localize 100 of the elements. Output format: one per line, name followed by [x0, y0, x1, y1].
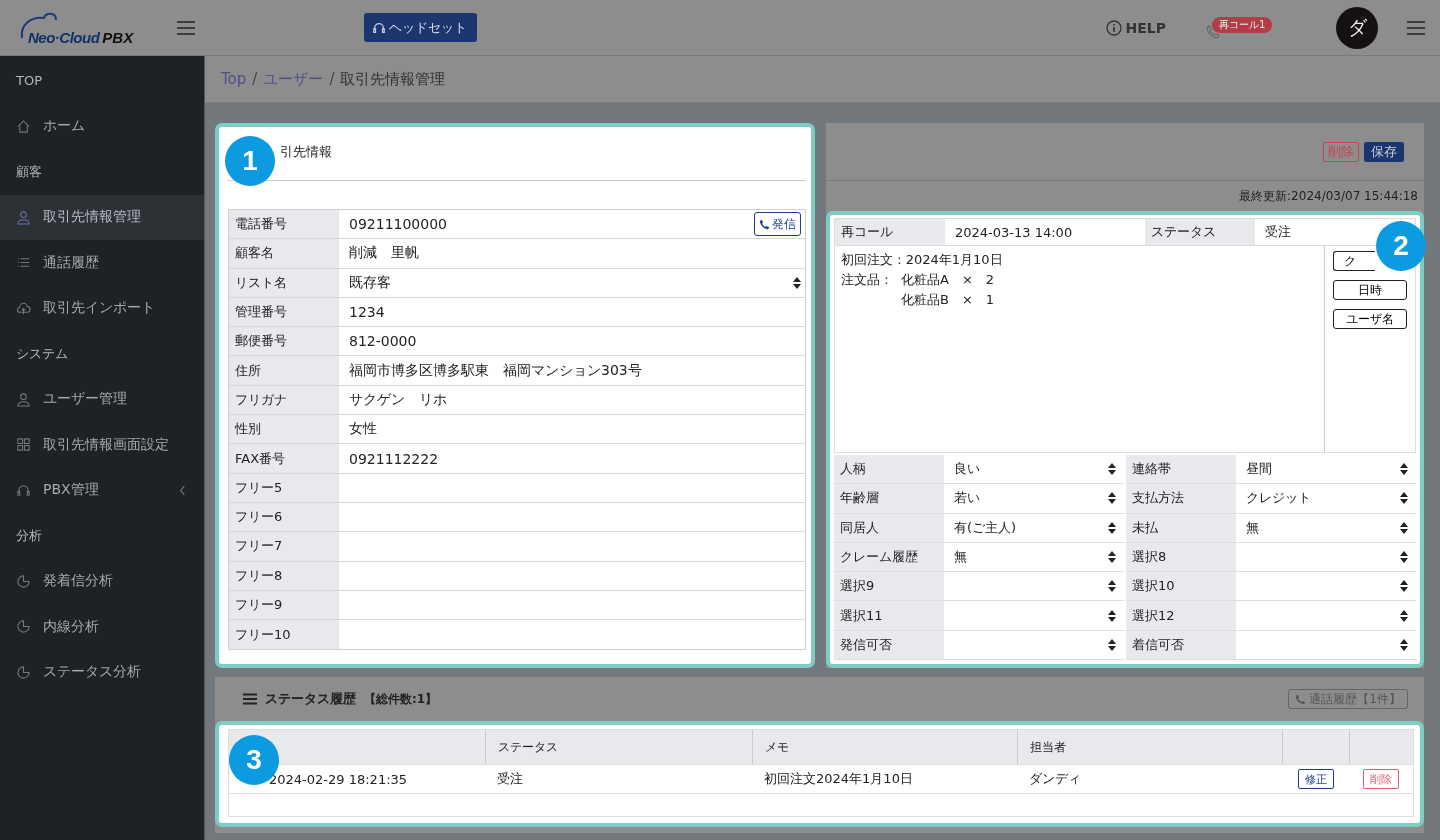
- field-value[interactable]: 09211100000: [349, 216, 754, 233]
- select-field[interactable]: 有(ご主人): [944, 513, 1124, 542]
- headset-button[interactable]: ヘッドセット: [364, 13, 477, 42]
- sidebar-item[interactable]: ホーム: [0, 103, 204, 149]
- column-header: メモ: [765, 738, 789, 756]
- field-value[interactable]: 削減 里帆: [349, 244, 801, 263]
- list-icon: [243, 693, 257, 705]
- field-label: フリー8: [229, 561, 339, 590]
- select-caret-icon: [1108, 492, 1116, 505]
- column-header: 担当者: [1030, 738, 1066, 756]
- breadcrumb-separator: /: [252, 70, 258, 88]
- field-label: 未払: [1126, 513, 1236, 542]
- select-field[interactable]: 無: [944, 542, 1124, 572]
- field-label: 選択8: [1126, 542, 1236, 572]
- field-value[interactable]: 812-0000: [349, 333, 801, 350]
- phone-icon[interactable]: [1206, 24, 1220, 39]
- sidebar-heading: TOP: [15, 72, 43, 91]
- select-caret-icon: [1400, 638, 1408, 651]
- select-caret-icon: [1400, 609, 1408, 622]
- field-label: 住所: [229, 356, 339, 385]
- field-label: 年齢層: [834, 484, 944, 513]
- current-page-label: 取引先情報管理: [340, 69, 446, 89]
- sidebar-item[interactable]: 内線分析: [0, 604, 204, 650]
- user-icon: [16, 209, 31, 225]
- panel-title: 引先情報: [280, 143, 332, 161]
- memo-insert-button[interactable]: ク: [1333, 251, 1375, 271]
- select-field[interactable]: 昼間: [1236, 455, 1416, 484]
- sidebar-heading: 顧客: [15, 162, 43, 181]
- field-label: 選択11: [834, 601, 944, 630]
- select-caret-icon: [1108, 638, 1116, 651]
- save-button[interactable]: 保存: [1364, 141, 1404, 162]
- field-label: 発信可否: [834, 630, 944, 660]
- select-field[interactable]: クレジット: [1236, 484, 1416, 513]
- logo: Neo·Cloud PBX: [18, 9, 168, 46]
- field-label: 支払方法: [1126, 484, 1236, 513]
- phone-icon: [1295, 693, 1307, 705]
- field-label: フリー6: [229, 502, 339, 532]
- pie-chart-icon: [16, 573, 31, 589]
- field-label: フリー7: [229, 532, 339, 561]
- select-caret-icon: [1400, 463, 1408, 476]
- field-label: 顧客名: [229, 239, 339, 268]
- field-label: 選択10: [1126, 572, 1236, 601]
- field-value[interactable]: 福岡市博多区博多駅東 福岡マンション303号: [349, 361, 801, 380]
- select-caret-icon: [1400, 551, 1408, 564]
- field-label: フリー5: [229, 473, 339, 502]
- memo-line: 化粧品B × 1: [901, 291, 995, 309]
- help-link[interactable]: HELP: [1105, 19, 1166, 36]
- call-button[interactable]: 発信: [754, 212, 801, 237]
- pie-chart-icon: [16, 619, 31, 635]
- table-cell: ダンディ: [1029, 770, 1081, 788]
- field-label: 性別: [229, 415, 339, 444]
- menu-icon[interactable]: [1406, 19, 1426, 36]
- memo-label: 注文品 :: [841, 271, 890, 289]
- select-caret-icon: [1400, 492, 1408, 505]
- field-value[interactable]: 1234: [349, 304, 801, 321]
- info-icon: [1105, 19, 1122, 36]
- memo-insert-button[interactable]: ユーザ名: [1333, 309, 1407, 329]
- field-label: 選択9: [834, 572, 944, 601]
- sidebar-item[interactable]: 取引先インポート: [0, 285, 204, 331]
- field-label: 同居人: [834, 513, 944, 542]
- sidebar-item[interactable]: 通話履歴: [0, 240, 204, 286]
- select-caret-icon: [1108, 609, 1116, 622]
- select-field[interactable]: 無: [1236, 513, 1416, 542]
- user-icon: [16, 391, 31, 407]
- field-label: フリガナ: [229, 385, 339, 415]
- select-caret-icon: [1108, 463, 1116, 476]
- memo-insert-button[interactable]: 日時: [1333, 280, 1407, 300]
- avatar[interactable]: ダ: [1336, 6, 1378, 49]
- sidebar-item[interactable]: 取引先情報管理: [0, 194, 204, 240]
- field-value[interactable]: 既存客: [349, 273, 793, 292]
- select-caret-icon: [1108, 521, 1116, 534]
- phone-icon: [759, 218, 770, 230]
- menu-icon[interactable]: [176, 19, 196, 36]
- sidebar-item[interactable]: 発着信分析: [0, 558, 204, 604]
- sidebar-item[interactable]: PBX管理: [0, 467, 204, 513]
- delete-button[interactable]: 削除: [1363, 769, 1399, 789]
- select-field[interactable]: 若い: [944, 484, 1124, 513]
- field-label: リスト名: [229, 268, 339, 297]
- headset-icon: [16, 482, 31, 498]
- column-header: ステータス: [498, 738, 558, 756]
- field-value[interactable]: 0921112222: [349, 450, 801, 467]
- field-label: 選択12: [1126, 601, 1236, 630]
- select-caret-icon: [1400, 580, 1408, 593]
- select-caret-icon: [1400, 521, 1408, 534]
- cloud-upload-icon: [16, 300, 31, 316]
- sidebar-item[interactable]: ユーザー管理: [0, 376, 204, 422]
- sidebar-heading: システム: [15, 344, 69, 363]
- sidebar-item[interactable]: 取引先情報画面設定: [0, 422, 204, 468]
- select-caret-icon: [793, 276, 801, 289]
- table-cell: 初回注文2024年1月10日: [764, 770, 913, 788]
- field-value[interactable]: サクゲン リホ: [349, 390, 801, 409]
- sidebar-item[interactable]: ステータス分析: [0, 649, 204, 695]
- breadcrumb-separator: /: [329, 70, 335, 88]
- edit-button[interactable]: 修正: [1297, 769, 1334, 789]
- field-label: 連絡帯: [1126, 455, 1236, 484]
- select-field[interactable]: 良い: [944, 455, 1124, 484]
- section-title: ステータス履歴: [265, 690, 356, 708]
- field-value[interactable]: 女性: [349, 420, 801, 439]
- chevron-icon: [179, 484, 186, 496]
- total-count: 【総件数:1】: [364, 690, 438, 708]
